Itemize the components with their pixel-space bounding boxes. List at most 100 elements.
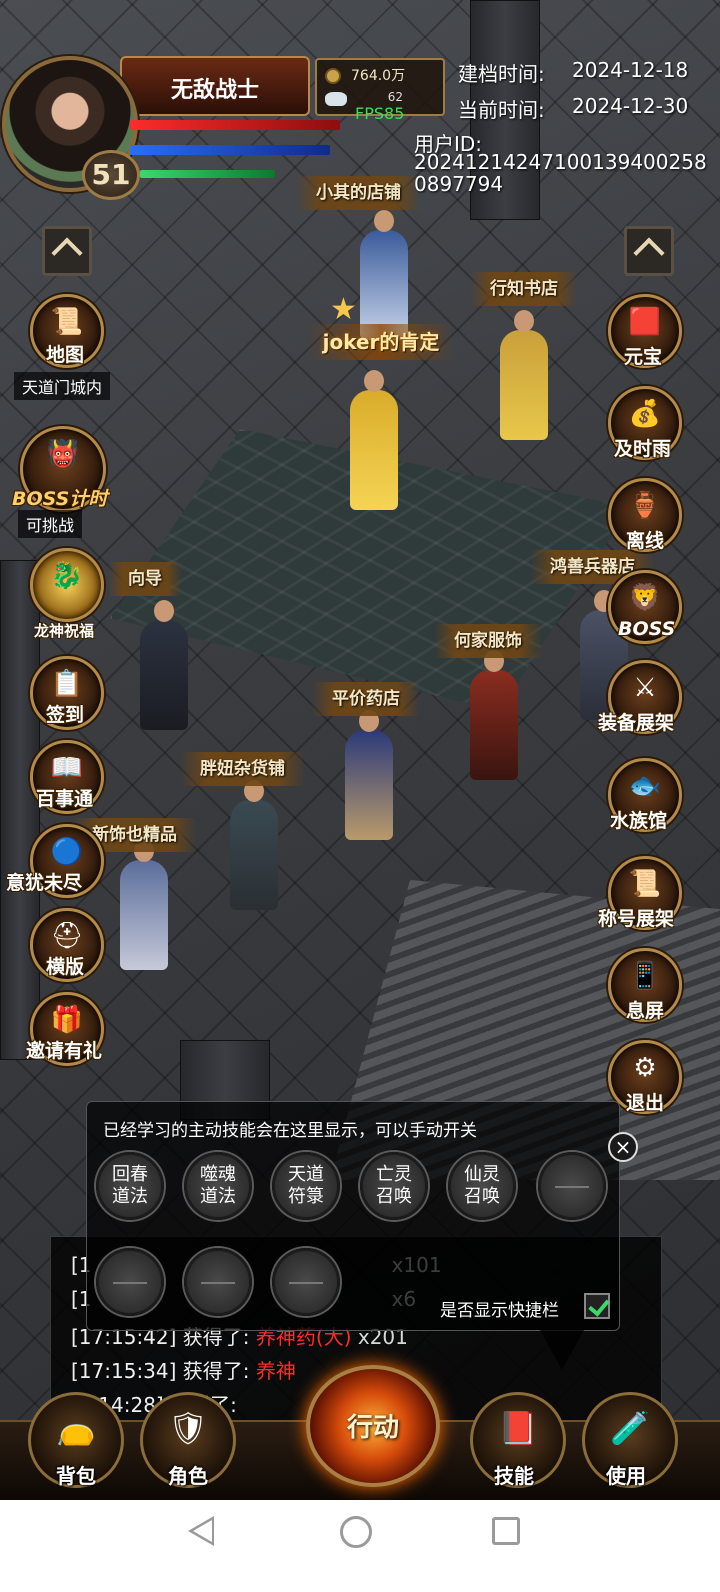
bag-icon: 👝 bbox=[56, 1409, 96, 1447]
skills-label: 技能 bbox=[494, 1464, 534, 1488]
home-icon[interactable] bbox=[340, 1516, 372, 1548]
ingot-amount: 62 bbox=[387, 90, 403, 104]
recent-apps-icon[interactable] bbox=[492, 1517, 520, 1545]
skill-slot[interactable]: 亡灵 召唤 bbox=[360, 1152, 428, 1220]
blue-orb-icon: 🔵 bbox=[50, 837, 84, 867]
title-display-label: 称号展架 bbox=[598, 908, 675, 930]
action-button[interactable]: 行动 bbox=[306, 1365, 440, 1487]
treasure-box-icon: 🟥 bbox=[628, 307, 662, 337]
npc-label-hejia: 何家服饰 bbox=[434, 624, 542, 658]
empty-skill-slot[interactable] bbox=[96, 1248, 164, 1316]
book-icon: 📖 bbox=[50, 753, 84, 783]
yiyouweijin-label: 意犹未尽 bbox=[6, 872, 83, 894]
boss-timer-label: BOSS计时 bbox=[12, 488, 108, 510]
skill-slot[interactable]: 仙灵 召唤 bbox=[448, 1152, 516, 1220]
npc-label-pangniu: 胖妞杂货铺 bbox=[180, 752, 305, 786]
map-location: 天道门城内 bbox=[14, 372, 111, 400]
gift-icon: 🎁 bbox=[50, 1005, 84, 1035]
current-time-label: 当前时间: bbox=[458, 98, 545, 122]
mp-bar bbox=[130, 145, 330, 155]
title-scroll-icon: 📜 bbox=[628, 869, 662, 899]
npc-general-store[interactable] bbox=[230, 780, 278, 910]
offline-pot-icon: 🏺 bbox=[628, 491, 662, 521]
skill-panel-pointer bbox=[540, 1330, 584, 1370]
npc-clothing-shop[interactable] bbox=[470, 650, 518, 780]
npc-guide[interactable] bbox=[140, 600, 188, 730]
gear-icon: ⚙ bbox=[633, 1053, 657, 1083]
boss-mask-icon: 🦁 bbox=[628, 583, 662, 613]
skill-name: 回春 道法 bbox=[112, 1164, 148, 1207]
hengban-label: 横版 bbox=[46, 956, 85, 978]
quickbar-checkbox[interactable] bbox=[584, 1293, 610, 1319]
skill-name: 噬魂 道法 bbox=[200, 1164, 236, 1207]
player-name-plate: 无敌战士 bbox=[120, 56, 310, 116]
gold-chest-icon: 💰 bbox=[628, 399, 662, 429]
yuanbao-label: 元宝 bbox=[624, 346, 663, 368]
character-label: 角色 bbox=[168, 1464, 208, 1488]
close-button[interactable]: × bbox=[608, 1132, 638, 1162]
helmet-icon: ⛑ bbox=[50, 921, 84, 951]
offline-label: 离线 bbox=[626, 530, 665, 552]
npc-label-xingzhi: 行知书店 bbox=[470, 272, 578, 306]
empty-skill-slot[interactable] bbox=[184, 1248, 252, 1316]
back-icon[interactable] bbox=[188, 1516, 214, 1546]
skill-slot[interactable]: 回春 道法 bbox=[96, 1152, 164, 1220]
quickbar-toggle-label: 是否显示快捷栏 bbox=[440, 1301, 559, 1321]
hp-bar bbox=[130, 120, 340, 130]
skill-slot[interactable]: 噬魂 道法 bbox=[184, 1152, 252, 1220]
golden-dragon-icon: 🐉 bbox=[50, 561, 84, 591]
npc-label-pingjia: 平价药店 bbox=[312, 682, 420, 716]
armor-icon: 🛡 bbox=[167, 1409, 209, 1447]
exp-bar bbox=[140, 170, 275, 178]
gold-coin-icon bbox=[325, 68, 341, 84]
player-name: 无敌战士 bbox=[170, 78, 259, 103]
npc-bookstore[interactable] bbox=[500, 310, 548, 440]
user-id-value-line1: 20241214247100139400258 bbox=[414, 150, 707, 174]
skill-name: 亡灵 召唤 bbox=[376, 1164, 412, 1207]
use-label: 使用 bbox=[606, 1464, 646, 1488]
current-time-value: 2024-12-30 bbox=[572, 94, 689, 118]
skill-book-icon: 📕 bbox=[498, 1409, 538, 1447]
player-level-badge: 51 bbox=[82, 150, 140, 200]
fish-icon: 🐟 bbox=[628, 771, 662, 801]
demon-head-icon: 👹 bbox=[46, 439, 80, 469]
bag-label: 背包 bbox=[56, 1464, 96, 1488]
chevron-up-icon bbox=[633, 237, 665, 269]
npc-jewelry-shop[interactable] bbox=[120, 840, 168, 970]
created-time-label: 建档时间: bbox=[458, 62, 545, 86]
user-id-value-line2: 0897794 bbox=[414, 172, 504, 196]
invite-label: 邀请有礼 bbox=[26, 1040, 103, 1062]
dragon-blessing-label: 龙神祝福 bbox=[34, 622, 95, 640]
boss-label: BOSS bbox=[618, 618, 676, 640]
boss-timer-status: 可挑战 bbox=[18, 510, 83, 538]
ingot-icon bbox=[325, 92, 347, 106]
skill-slot[interactable]: 天道 符箓 bbox=[272, 1152, 340, 1220]
empty-skill-slot[interactable] bbox=[272, 1248, 340, 1316]
skill-name: 仙灵 召唤 bbox=[464, 1164, 500, 1207]
dragon-blessing-button[interactable]: 🐉 bbox=[30, 548, 104, 622]
aquarium-label: 水族馆 bbox=[610, 810, 668, 832]
npc-pharmacy[interactable] bbox=[345, 710, 393, 840]
skill-panel-hint: 已经学习的主动技能会在这里显示，可以手动开关 bbox=[103, 1121, 477, 1141]
npc-label-guide: 向导 bbox=[108, 562, 182, 596]
gold-amount: 764.0万 bbox=[351, 68, 406, 84]
empty-skill-slot[interactable] bbox=[538, 1152, 606, 1220]
chat-text: 获得了: bbox=[176, 1359, 256, 1383]
chat-line: [17:15:34] 获得了: 养神 bbox=[71, 1355, 296, 1384]
equipment-display-label: 装备展架 bbox=[598, 712, 675, 734]
player-title-banner: joker的肯定 bbox=[306, 324, 456, 360]
scroll-map-icon: 📜 bbox=[50, 307, 84, 337]
map-label: 地图 bbox=[46, 344, 85, 366]
right-menu-collapse-button[interactable] bbox=[624, 226, 674, 276]
weapon-rack-icon: ⚔ bbox=[633, 673, 657, 703]
sign-scroll-icon: 📋 bbox=[50, 669, 84, 699]
baishitong-label: 百事通 bbox=[36, 788, 94, 810]
left-menu-collapse-button[interactable] bbox=[42, 226, 92, 276]
chevron-up-icon bbox=[51, 237, 83, 269]
potion-icon: 🧪 bbox=[610, 1409, 650, 1447]
jishiyu-label: 及时雨 bbox=[614, 438, 672, 460]
created-time-value: 2024-12-18 bbox=[572, 58, 689, 82]
skill-name: 天道 符箓 bbox=[288, 1164, 324, 1207]
exit-label: 退出 bbox=[626, 1092, 665, 1114]
phone-icon: 📱 bbox=[628, 961, 662, 991]
